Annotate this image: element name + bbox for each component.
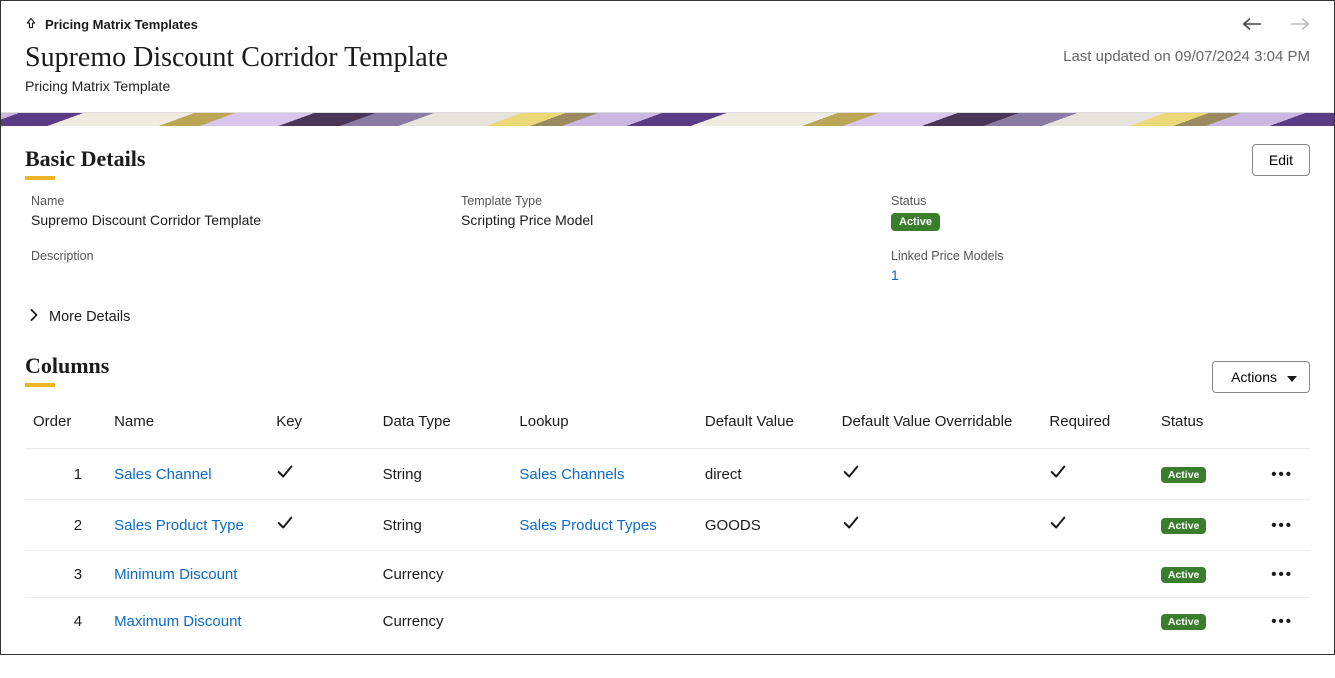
columns-heading: Columns [25,353,1310,379]
cell-default-overridable [834,449,1042,500]
heading-accent [25,176,55,180]
columns-section: Columns Actions Order Name Key Data Type… [1,343,1334,654]
cell-data-type: String [375,500,512,551]
details-row-1: Name Supremo Discount Corridor Template … [25,194,1310,231]
th-lookup[interactable]: Lookup [511,401,696,449]
caret-down-icon [1287,369,1297,385]
cell-order: 2 [25,500,106,551]
header-right: Last updated on 09/07/2024 3:04 PM [1063,17,1310,65]
cell-default-value [697,598,834,645]
cell-required [1041,500,1152,551]
cell-default-overridable [834,598,1042,645]
last-updated-text: Last updated on 09/07/2024 3:04 PM [1063,48,1310,65]
actions-button[interactable]: Actions [1212,361,1310,393]
more-details-label: More Details [49,309,130,325]
up-arrow-icon [25,17,37,32]
th-data-type[interactable]: Data Type [375,401,512,449]
page-subtitle: Pricing Matrix Template [25,78,1310,94]
breadcrumb-label: Pricing Matrix Templates [45,17,198,32]
cell-key [268,449,374,500]
details-row-2: Description Linked Price Models 1 [25,249,1310,283]
check-icon [1049,519,1067,536]
field-value-template-type: Scripting Price Model [461,212,891,228]
decorative-strip [1,112,1334,126]
cell-data-type: String [375,449,512,500]
th-order[interactable]: Order [25,401,106,449]
row-actions-menu[interactable]: ••• [1271,466,1293,483]
check-icon [842,468,860,485]
table-row: 3 Minimum Discount Currency Active ••• [25,551,1310,598]
field-label-linked-models: Linked Price Models [891,249,1310,263]
basic-details-heading: Basic Details [25,146,1310,172]
basic-details-section: Basic Details Edit Name Supremo Discount… [1,126,1334,343]
check-icon [276,519,294,536]
cell-data-type: Currency [375,598,512,645]
chevron-right-icon [29,309,39,325]
row-actions-menu[interactable]: ••• [1271,613,1293,630]
th-default-overridable[interactable]: Default Value Overridable [834,401,1042,449]
actions-button-label: Actions [1231,369,1277,385]
heading-accent [25,383,55,387]
field-value-name: Supremo Discount Corridor Template [31,212,461,228]
cell-default-overridable [834,551,1042,598]
page-header: Pricing Matrix Templates Supremo Discoun… [1,1,1334,112]
cell-key [268,598,374,645]
table-row: 4 Maximum Discount Currency Active ••• [25,598,1310,645]
cell-default-value: direct [697,449,834,500]
edit-button[interactable]: Edit [1252,144,1310,176]
check-icon [1049,468,1067,485]
cell-data-type: Currency [375,551,512,598]
table-header-row: Order Name Key Data Type Lookup Default … [25,401,1310,449]
cell-order: 4 [25,598,106,645]
check-icon [276,468,294,485]
th-required[interactable]: Required [1041,401,1152,449]
column-name-link[interactable]: Sales Channel [114,466,212,483]
nav-arrows [1063,17,1310,34]
status-badge: Active [891,213,940,231]
lookup-link[interactable]: Sales Channels [519,466,624,483]
column-name-link[interactable]: Minimum Discount [114,566,237,583]
check-icon [842,519,860,536]
cell-required [1041,598,1152,645]
th-actions [1254,401,1310,449]
field-value-linked-models[interactable]: 1 [891,267,1310,283]
cell-required [1041,449,1152,500]
cell-order: 1 [25,449,106,500]
row-status-badge: Active [1161,518,1207,534]
lookup-link[interactable]: Sales Product Types [519,517,656,534]
nav-prev-icon[interactable] [1242,17,1262,34]
cell-default-value: GOODS [697,500,834,551]
row-actions-menu[interactable]: ••• [1271,517,1293,534]
th-default-value[interactable]: Default Value [697,401,834,449]
cell-order: 3 [25,551,106,598]
th-name[interactable]: Name [106,401,268,449]
row-status-badge: Active [1161,467,1207,483]
cell-default-value [697,551,834,598]
column-name-link[interactable]: Sales Product Type [114,517,244,534]
columns-table: Order Name Key Data Type Lookup Default … [25,401,1310,644]
table-row: 1 Sales Channel String Sales Channels direct… [25,449,1310,500]
field-label-status: Status [891,194,1310,208]
field-label-name: Name [31,194,461,208]
page-container: Pricing Matrix Templates Supremo Discoun… [0,0,1335,655]
nav-next-icon [1290,17,1310,34]
cell-required [1041,551,1152,598]
cell-default-overridable [834,500,1042,551]
more-details-toggle[interactable]: More Details [25,301,1310,333]
cell-key [268,500,374,551]
cell-key [268,551,374,598]
table-row: 2 Sales Product Type String Sales Product T… [25,500,1310,551]
field-label-description: Description [31,249,461,263]
row-status-badge: Active [1161,567,1207,583]
th-status[interactable]: Status [1153,401,1254,449]
field-label-template-type: Template Type [461,194,891,208]
th-key[interactable]: Key [268,401,374,449]
column-name-link[interactable]: Maximum Discount [114,613,242,630]
row-status-badge: Active [1161,614,1207,630]
row-actions-menu[interactable]: ••• [1271,566,1293,583]
